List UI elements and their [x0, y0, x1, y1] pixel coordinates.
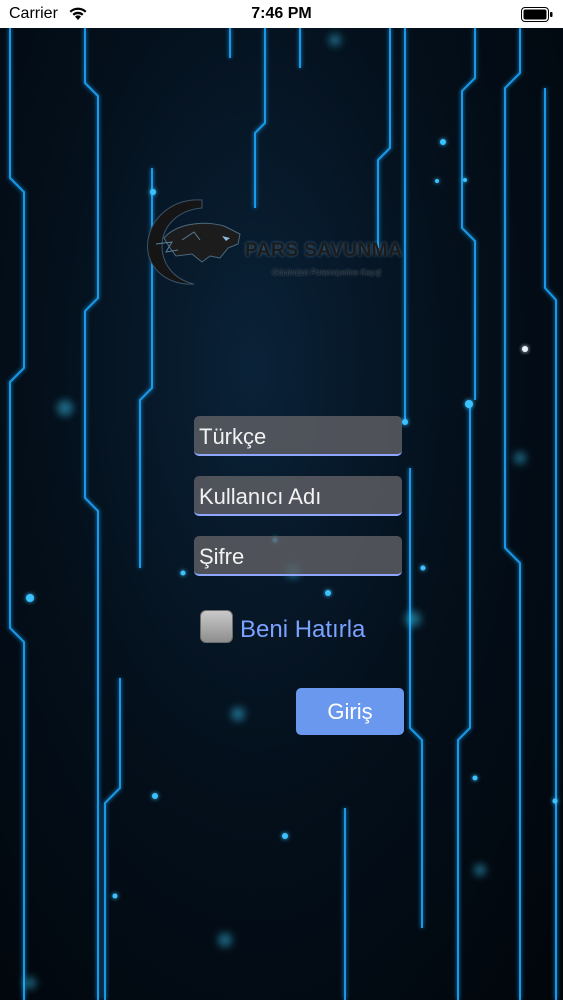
clock: 7:46 PM: [251, 5, 312, 22]
brand-logo: PARS SAVUNMA Gücünüzü Potansiyeline Kaçı…: [142, 196, 427, 288]
panther-icon: [147, 199, 241, 285]
password-field[interactable]: [199, 544, 394, 570]
status-bar: Carrier 7:46 PM: [0, 0, 563, 28]
language-selector[interactable]: Türkçe: [194, 416, 402, 456]
username-field[interactable]: [199, 484, 394, 510]
remember-me-label: Beni Hatırla: [240, 616, 366, 643]
remember-me-checkbox[interactable]: [200, 610, 233, 643]
brand-slogan: Gücünüzü Potansiyeline Kaçığ: [272, 268, 381, 277]
language-value: Türkçe: [199, 424, 267, 449]
brand-name: PARS SAVUNMA: [245, 240, 403, 261]
battery-icon: [521, 7, 553, 27]
login-button[interactable]: Giriş: [296, 688, 404, 735]
password-field-wrapper: [194, 536, 402, 576]
username-field-wrapper: [194, 476, 402, 516]
